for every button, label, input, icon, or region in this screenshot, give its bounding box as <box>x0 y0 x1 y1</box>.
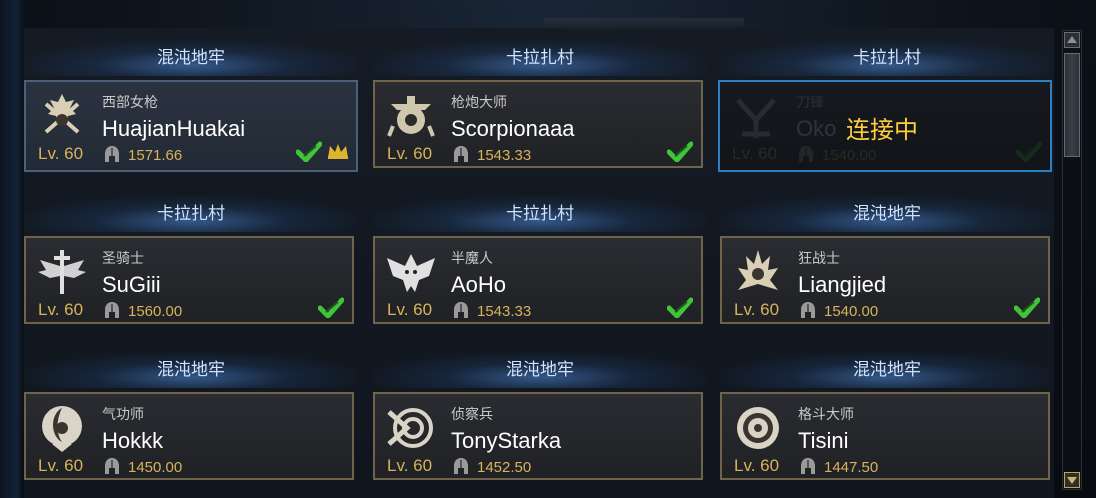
winged-sword-emblem-icon <box>38 250 86 294</box>
player-level: Lv. 60 <box>734 456 780 475</box>
room-header: 卡拉扎村 <box>373 40 707 76</box>
player-card[interactable]: 半魔人 AoHo Lv. 60 1543.33 <box>373 236 703 324</box>
player-level: Lv. 60 <box>38 300 84 319</box>
helmet-icon <box>453 457 469 475</box>
room-header: 混沌地牢 <box>720 352 1054 388</box>
player-name: Oko <box>796 116 837 141</box>
arrow-up-icon <box>1067 36 1077 43</box>
player-card[interactable]: 侦察兵 TonyStarka Lv. 60 1452.50 <box>373 392 703 480</box>
gear-score: 1540.00 <box>824 303 879 320</box>
gear-score: 1543.33 <box>477 147 532 164</box>
player-name: Tisini <box>798 428 849 453</box>
player-card[interactable]: 枪炮大师 Scorpionaaa Lv. 60 1543.33 <box>373 80 703 168</box>
connecting-status: 连接中 <box>846 116 918 144</box>
helmet-icon <box>104 145 120 163</box>
scrollbar[interactable] <box>1062 30 1082 490</box>
ready-check-icon <box>666 140 694 164</box>
class-name: 刀锋 <box>796 95 824 111</box>
player-level: Lv. 60 <box>38 456 84 475</box>
top-ornament <box>544 18 744 32</box>
fist-medallion-emblem-icon <box>737 407 779 449</box>
helmet-icon <box>104 301 120 319</box>
player-name: Scorpionaaa <box>451 116 575 141</box>
ready-check-icon <box>317 296 345 320</box>
gear-score: 1543.33 <box>477 303 532 320</box>
gear-score: 1560.00 <box>128 303 183 320</box>
room-header: 卡拉扎村 <box>24 196 358 232</box>
gear-score: 1540.00 <box>822 147 877 164</box>
player-card[interactable]: 气功师 Hokkk Lv. 60 1450.00 <box>24 392 354 480</box>
class-name: 西部女枪 <box>102 95 158 111</box>
class-name: 枪炮大师 <box>451 95 507 111</box>
player-card[interactable]: 格斗大师 Tisini Lv. 60 1447.50 <box>720 392 1050 480</box>
ready-check-icon <box>666 296 694 320</box>
left-edge-glow <box>0 0 24 498</box>
gear-score: 1452.50 <box>477 459 532 476</box>
scout-target-emblem-icon <box>387 408 433 448</box>
scroll-down-button[interactable] <box>1064 472 1080 488</box>
blade-emblem-icon <box>736 98 776 138</box>
helmet-icon <box>800 457 816 475</box>
class-name: 狂战士 <box>798 251 840 267</box>
class-name: 半魔人 <box>451 251 493 267</box>
class-name: 气功师 <box>102 407 144 423</box>
crossed-guns-emblem-icon <box>44 94 80 134</box>
helmet-icon <box>453 145 469 163</box>
player-level: Lv. 60 <box>387 456 433 475</box>
ready-check-icon <box>1015 140 1043 164</box>
room-header: 卡拉扎村 <box>720 40 1054 76</box>
player-level: Lv. 60 <box>387 300 433 319</box>
player-card[interactable]: 刀锋 Oko Lv. 60 1540.00 连接中 <box>718 80 1052 172</box>
class-name: 侦察兵 <box>451 407 493 423</box>
helmet-icon <box>104 457 120 475</box>
scroll-up-button[interactable] <box>1064 32 1080 48</box>
room-header: 混沌地牢 <box>24 40 358 76</box>
class-name: 圣骑士 <box>102 251 144 267</box>
helmet-icon <box>800 301 816 319</box>
gear-score: 1447.50 <box>824 459 879 476</box>
room-header: 混沌地牢 <box>720 196 1054 232</box>
player-name: Liangjied <box>798 272 887 297</box>
gear-score: 1450.00 <box>128 459 183 476</box>
ready-check-icon <box>1013 296 1041 320</box>
player-level: Lv. 60 <box>387 144 433 163</box>
player-name: TonyStarka <box>451 428 562 453</box>
room-header: 混沌地牢 <box>24 352 358 388</box>
qi-orb-emblem-icon <box>42 406 82 452</box>
cannon-gear-emblem-icon <box>387 96 435 137</box>
player-level: Lv. 60 <box>732 144 778 163</box>
class-name: 格斗大师 <box>798 407 854 423</box>
player-card[interactable]: 西部女枪 HuajianHuakai Lv. 60 1571.66 <box>24 80 358 172</box>
player-level: Lv. 60 <box>38 144 84 163</box>
demon-wings-emblem-icon <box>387 254 435 292</box>
scroll-thumb[interactable] <box>1064 53 1080 157</box>
player-card[interactable]: 圣骑士 SuGiii Lv. 60 1560.00 <box>24 236 354 324</box>
arrow-down-icon <box>1067 477 1077 484</box>
party-leader-crown-icon <box>326 142 350 160</box>
helmet-icon <box>798 145 814 163</box>
berserker-crest-emblem-icon <box>738 250 778 290</box>
room-header: 混沌地牢 <box>373 352 707 388</box>
player-card[interactable]: 狂战士 Liangjied Lv. 60 1540.00 <box>720 236 1050 324</box>
helmet-icon <box>453 301 469 319</box>
player-level: Lv. 60 <box>734 300 780 319</box>
player-name: HuajianHuakai <box>102 116 246 141</box>
ready-check-icon <box>295 140 323 164</box>
player-name: AoHo <box>451 272 507 297</box>
player-name: Hokkk <box>102 428 164 453</box>
room-header: 卡拉扎村 <box>373 196 707 232</box>
player-name: SuGiii <box>102 272 161 297</box>
gear-score: 1571.66 <box>128 147 183 164</box>
